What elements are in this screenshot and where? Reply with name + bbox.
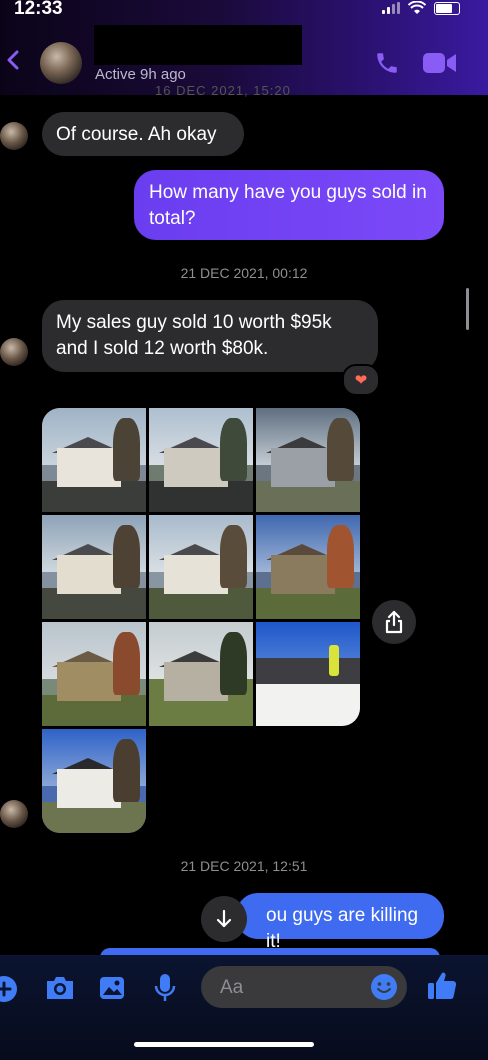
gallery-icon[interactable]: [98, 974, 126, 1002]
chat-header: 12:33 Active 9h ago: [0, 0, 488, 95]
photo-thumbnail[interactable]: [42, 729, 146, 833]
camera-icon[interactable]: [44, 974, 76, 1002]
message-bubble-incoming[interactable]: Of course. Ah okay: [42, 112, 244, 156]
status-icons: [382, 0, 460, 16]
home-indicator[interactable]: [134, 1042, 314, 1047]
message-bubble-outgoing[interactable]: ou guys are killing it!: [236, 893, 444, 952]
scroll-down-icon: [216, 909, 232, 928]
photo-thumbnail[interactable]: [42, 515, 146, 619]
battery-icon: [434, 1, 460, 15]
photo-thumbnail[interactable]: [256, 622, 360, 726]
photo-thumbnail[interactable]: [149, 515, 253, 619]
status-time: 12:33: [14, 0, 63, 19]
mic-icon[interactable]: [152, 972, 178, 1004]
emoji-icon[interactable]: [370, 973, 398, 1001]
wifi-icon: [408, 1, 426, 14]
heart-reaction-icon[interactable]: ❤: [342, 364, 380, 396]
sender-avatar[interactable]: [0, 338, 28, 366]
sender-avatar[interactable]: [0, 122, 28, 150]
active-status: Active 9h ago: [95, 66, 186, 83]
share-icon: [385, 610, 403, 634]
timestamp: 21 DEC 2021, 00:12: [180, 265, 308, 281]
timestamp: 21 DEC 2021, 12:51: [180, 858, 308, 874]
photo-thumbnail[interactable]: [149, 408, 253, 512]
message-bubble-incoming[interactable]: My sales guy sold 10 worth $95k and I so…: [42, 300, 378, 372]
signal-icon: [382, 2, 400, 14]
photo-thumbnail[interactable]: [256, 515, 360, 619]
video-icon[interactable]: [423, 52, 457, 74]
back-chevron-icon[interactable]: [6, 50, 20, 70]
share-button[interactable]: [372, 600, 416, 644]
photo-thumbnail[interactable]: [256, 408, 360, 512]
sender-avatar[interactable]: [0, 800, 28, 828]
contact-avatar[interactable]: [40, 42, 82, 84]
scrollbar[interactable]: [466, 288, 469, 330]
photo-thumbnail[interactable]: [149, 622, 253, 726]
plus-icon[interactable]: [0, 975, 18, 1003]
scroll-down-button[interactable]: [201, 896, 247, 942]
contact-name-redacted[interactable]: [94, 25, 302, 65]
phone-icon[interactable]: [374, 50, 400, 76]
message-input-placeholder: Aa: [220, 977, 244, 998]
like-icon[interactable]: [426, 970, 458, 1002]
peek-timestamp: 16 DEC 2021, 15:20: [155, 83, 291, 98]
photo-thumbnail[interactable]: [42, 622, 146, 726]
photo-thumbnail[interactable]: [42, 408, 146, 512]
message-bubble-outgoing[interactable]: How many have you guys sold in total?: [134, 170, 444, 240]
